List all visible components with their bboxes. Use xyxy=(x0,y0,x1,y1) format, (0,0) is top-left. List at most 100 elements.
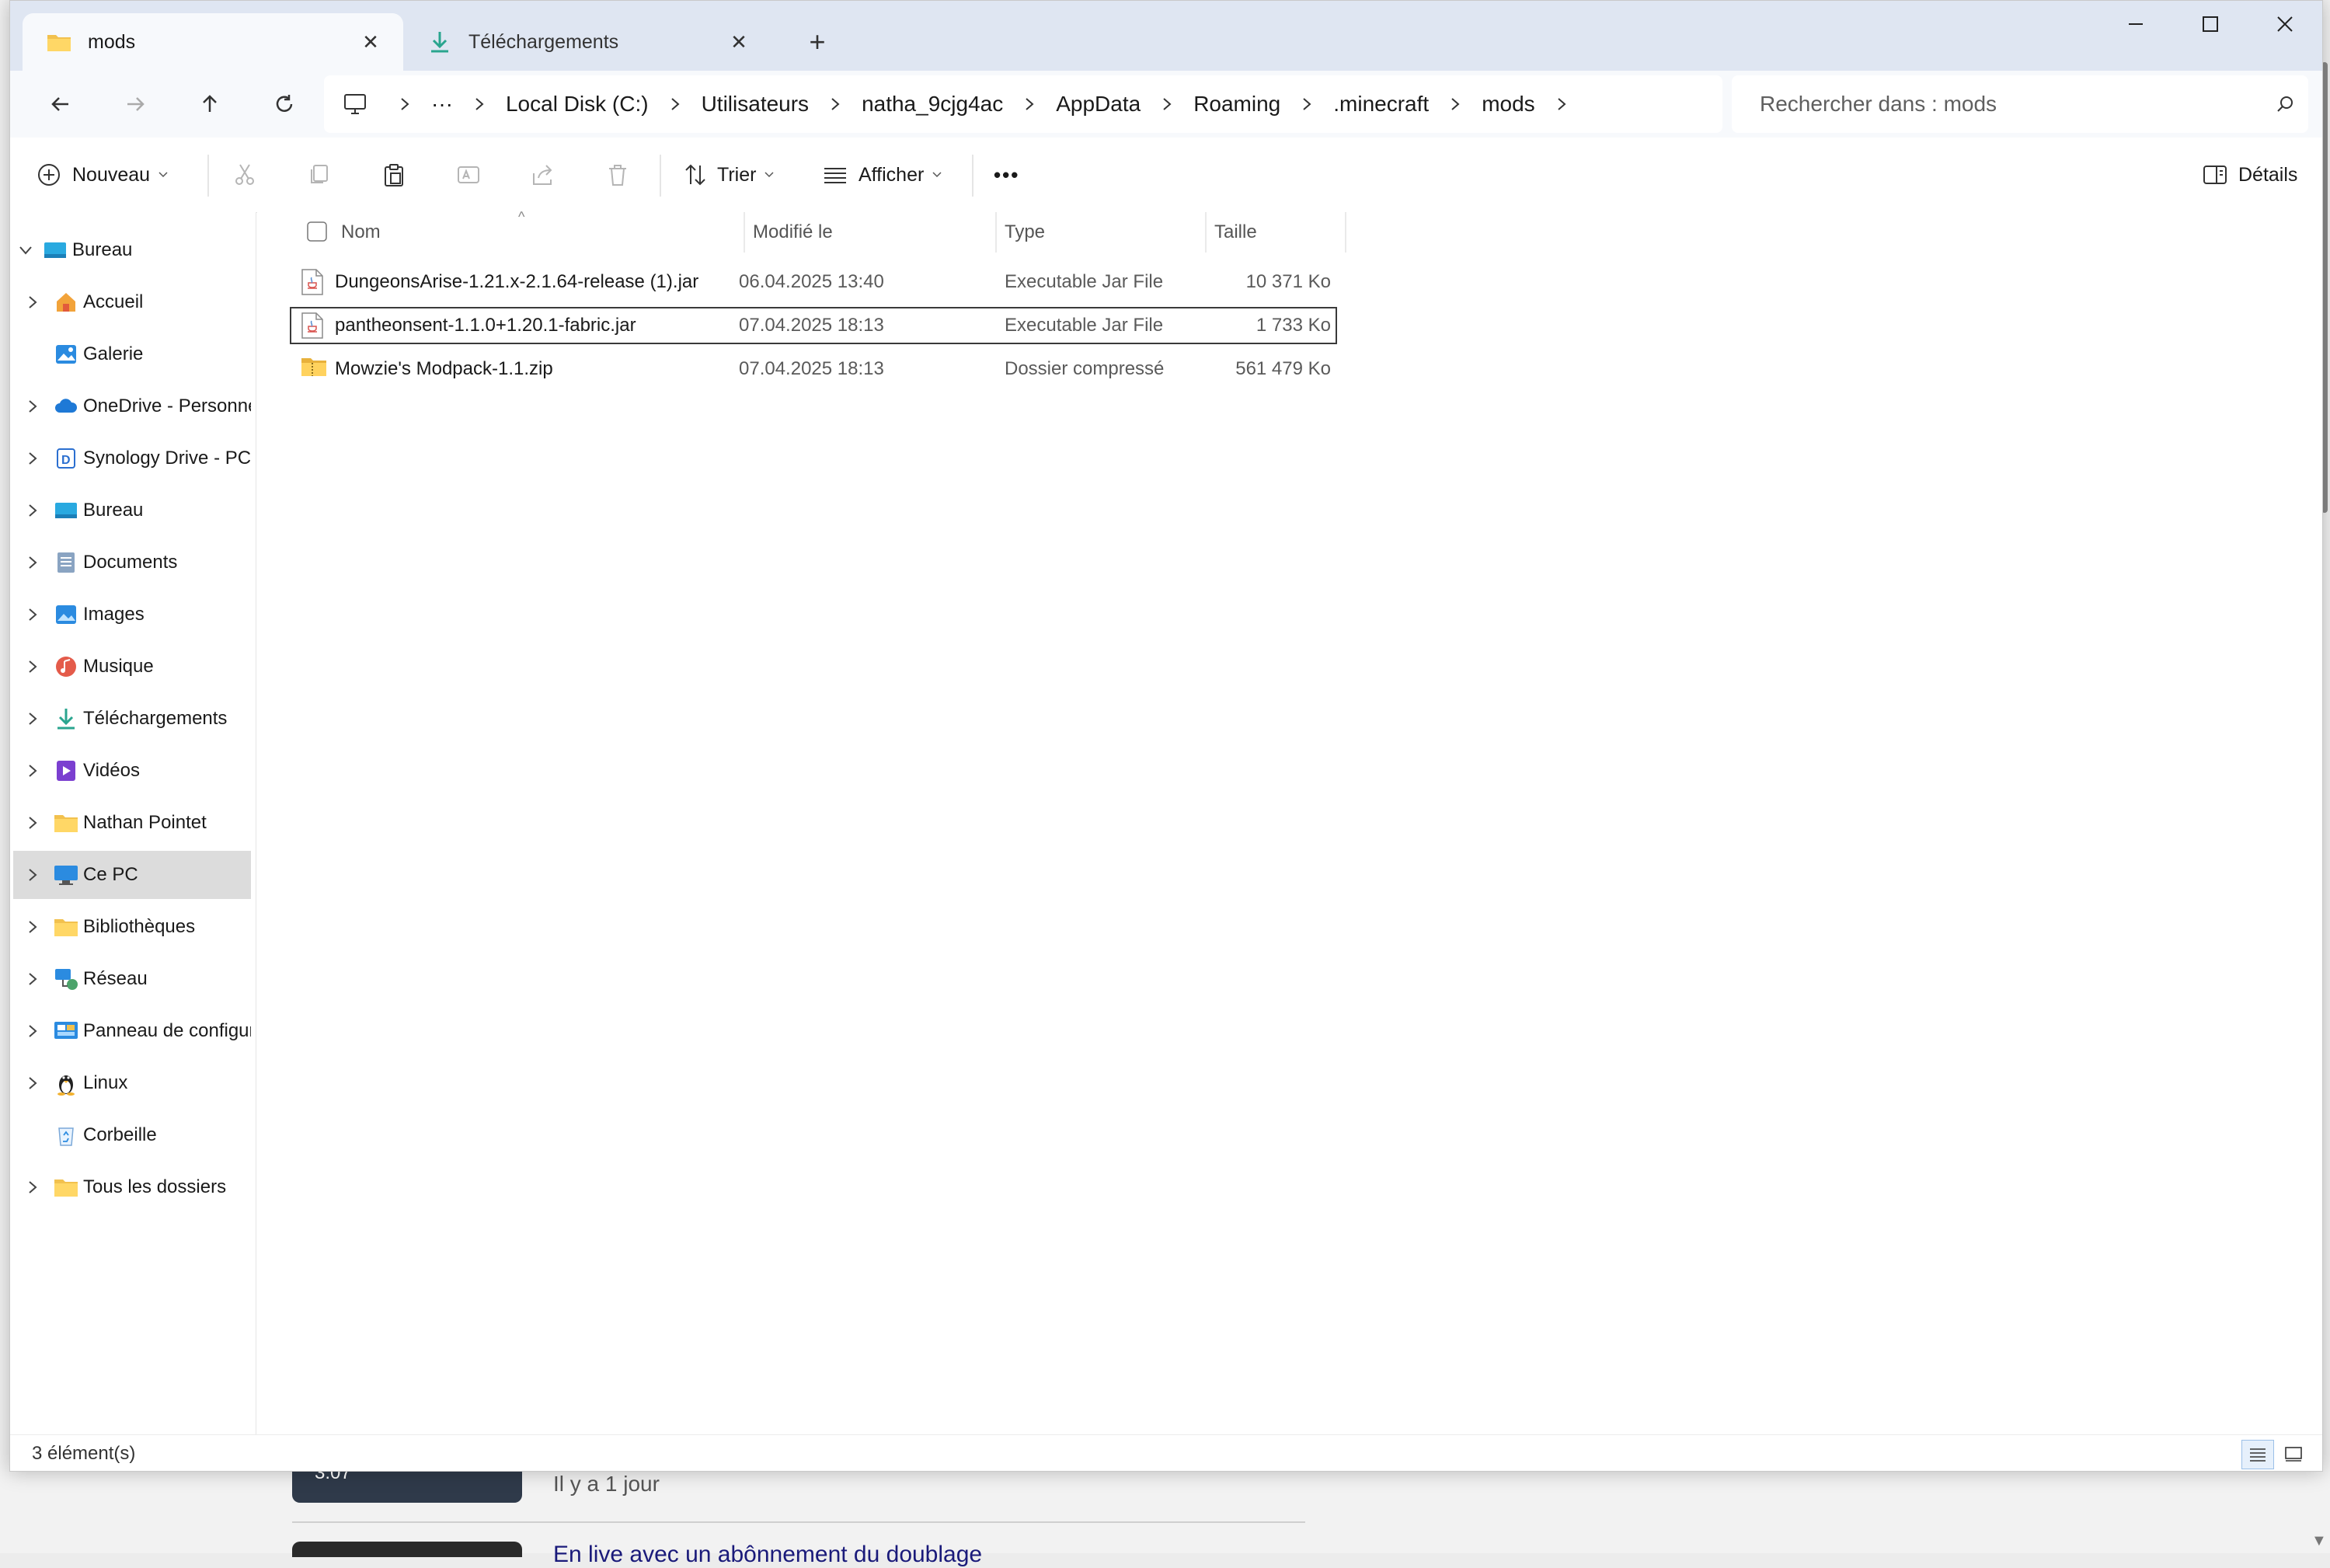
copy-button[interactable] xyxy=(307,152,332,198)
tab-downloads[interactable]: Téléchargements ✕ xyxy=(403,13,771,71)
chevron-right-icon[interactable] xyxy=(13,851,52,899)
sidebar-item[interactable]: Accueil xyxy=(13,278,251,326)
breadcrumb-local-disk[interactable]: Local Disk (C:) xyxy=(498,92,657,117)
sort-button[interactable]: Trier xyxy=(683,152,775,198)
details-button[interactable]: Détails xyxy=(2203,152,2297,198)
column-divider[interactable] xyxy=(995,212,997,253)
chevron-right-icon[interactable] xyxy=(13,382,52,430)
chevron-right-icon[interactable] xyxy=(13,799,52,847)
chevron-down-icon[interactable] xyxy=(10,226,41,274)
chevron-right-icon[interactable] xyxy=(13,538,52,587)
close-tab-icon[interactable]: ✕ xyxy=(720,23,758,61)
chevron-right-icon[interactable] xyxy=(13,1163,52,1211)
back-button[interactable] xyxy=(35,78,86,130)
file-row-focused[interactable]: pantheonsent-1.1.0+1.20.1-fabric.jar 07.… xyxy=(290,307,1337,344)
chevron-right-icon[interactable] xyxy=(13,591,52,639)
file-explorer-window: mods ✕ Téléchargements ✕ + ··· Local Dis… xyxy=(9,0,2323,1472)
close-tab-icon[interactable]: ✕ xyxy=(352,23,389,61)
minimize-button[interactable] xyxy=(2098,1,2173,47)
details-view-button[interactable] xyxy=(2241,1440,2274,1469)
chevron-right-icon[interactable] xyxy=(1288,75,1325,133)
chevron-right-icon[interactable] xyxy=(461,75,498,133)
chevron-right-icon[interactable] xyxy=(13,486,52,535)
chevron-right-icon[interactable] xyxy=(13,695,52,743)
address-bar[interactable]: ··· Local Disk (C:) Utilisateurs natha_9… xyxy=(324,75,1722,133)
sidebar-item[interactable]: Bureau xyxy=(10,226,248,274)
maximize-button[interactable] xyxy=(2173,1,2248,47)
column-modified[interactable]: Modifié le xyxy=(753,221,833,243)
chevron-right-icon[interactable] xyxy=(13,643,52,691)
refresh-button[interactable] xyxy=(259,78,310,130)
column-type[interactable]: Type xyxy=(1005,221,1045,243)
chevron-right-icon[interactable] xyxy=(13,1059,52,1107)
breadcrumb-overflow[interactable]: ··· xyxy=(423,92,461,117)
video-thumbnail-2[interactable] xyxy=(292,1542,522,1557)
search-input[interactable]: Rechercher dans : mods xyxy=(1760,92,2262,117)
search-icon[interactable] xyxy=(2262,95,2308,113)
sidebar-item[interactable]: Bibliothèques xyxy=(13,903,251,951)
sidebar-item[interactable]: Galerie xyxy=(13,330,251,378)
chevron-right-icon[interactable] xyxy=(1148,75,1186,133)
sidebar-item[interactable]: Tous les dossiers xyxy=(13,1163,251,1211)
sidebar-item[interactable]: Corbeille xyxy=(13,1111,251,1159)
chevron-right-icon[interactable] xyxy=(657,75,694,133)
column-divider[interactable] xyxy=(1205,212,1207,253)
breadcrumb-minecraft[interactable]: .minecraft xyxy=(1325,92,1437,117)
sidebar-item[interactable]: Images xyxy=(13,591,251,639)
chevron-right-icon[interactable] xyxy=(817,75,854,133)
search-box[interactable]: Rechercher dans : mods xyxy=(1732,75,2308,133)
scroll-down-arrow-icon[interactable]: ▼ xyxy=(2311,1532,2327,1550)
sidebar-item[interactable]: Documents xyxy=(13,538,251,587)
file-row[interactable]: DungeonsArise-1.21.x-2.1.64-release (1).… xyxy=(274,263,1337,301)
sidebar-item[interactable]: Ce PC xyxy=(13,851,251,899)
sidebar-item[interactable]: Musique xyxy=(13,643,251,691)
sidebar-item[interactable]: D Synology Drive - PC xyxy=(13,434,251,483)
more-options-button[interactable]: ••• xyxy=(994,152,1019,198)
column-name[interactable]: Nom xyxy=(341,221,381,243)
chevron-right-icon[interactable] xyxy=(13,955,52,1003)
sidebar-item[interactable]: OneDrive - Personnel xyxy=(13,382,251,430)
sidebar-item[interactable]: Panneau de configuration xyxy=(13,1007,251,1055)
video-title-2[interactable]: En live avec un abônnement du doublage xyxy=(553,1542,982,1568)
file-row[interactable]: Mowzie's Modpack-1.1.zip 07.04.2025 18:1… xyxy=(274,350,1337,388)
sidebar-item[interactable]: Linux xyxy=(13,1059,251,1107)
sidebar-item[interactable]: Téléchargements xyxy=(13,695,251,743)
sidebar-item[interactable]: Réseau xyxy=(13,955,251,1003)
select-all-checkbox[interactable] xyxy=(307,221,327,242)
tab-mods[interactable]: mods ✕ xyxy=(23,13,403,71)
new-tab-button[interactable]: + xyxy=(796,21,838,63)
chevron-right-icon[interactable] xyxy=(1543,75,1580,133)
chevron-right-icon[interactable] xyxy=(13,278,52,326)
share-button[interactable] xyxy=(531,152,556,198)
column-divider[interactable] xyxy=(744,212,745,253)
new-button[interactable]: Nouveau xyxy=(37,152,169,198)
sidebar-item[interactable]: Vidéos xyxy=(13,747,251,795)
paste-button[interactable] xyxy=(381,152,406,198)
column-size[interactable]: Taille xyxy=(1214,221,1257,243)
pc-icon[interactable] xyxy=(324,93,386,115)
forward-button[interactable] xyxy=(110,78,161,130)
up-button[interactable] xyxy=(184,78,235,130)
chevron-right-icon[interactable] xyxy=(13,747,52,795)
sidebar-item[interactable]: Nathan Pointet xyxy=(13,799,251,847)
breadcrumb-appdata[interactable]: AppData xyxy=(1048,92,1148,117)
breadcrumb-roaming[interactable]: Roaming xyxy=(1186,92,1288,117)
breadcrumb-utilisateurs[interactable]: Utilisateurs xyxy=(694,92,817,117)
chevron-right-icon[interactable] xyxy=(1437,75,1474,133)
chevron-right-icon[interactable] xyxy=(13,1007,52,1055)
column-divider[interactable] xyxy=(1345,212,1346,253)
tiles-view-button[interactable] xyxy=(2277,1440,2310,1469)
rename-button[interactable] xyxy=(456,152,481,198)
cut-button[interactable] xyxy=(232,152,257,198)
breadcrumb-user[interactable]: natha_9cjg4ac xyxy=(854,92,1011,117)
sidebar-item[interactable]: Bureau xyxy=(13,486,251,535)
breadcrumb-mods[interactable]: mods xyxy=(1474,92,1542,117)
linux-icon xyxy=(52,1069,80,1097)
chevron-right-icon[interactable] xyxy=(386,75,423,133)
chevron-right-icon[interactable] xyxy=(1011,75,1048,133)
chevron-right-icon[interactable] xyxy=(13,434,52,483)
chevron-right-icon[interactable] xyxy=(13,903,52,951)
delete-button[interactable] xyxy=(605,152,630,198)
close-window-button[interactable] xyxy=(2248,1,2322,47)
view-button[interactable]: Afficher xyxy=(823,152,942,198)
